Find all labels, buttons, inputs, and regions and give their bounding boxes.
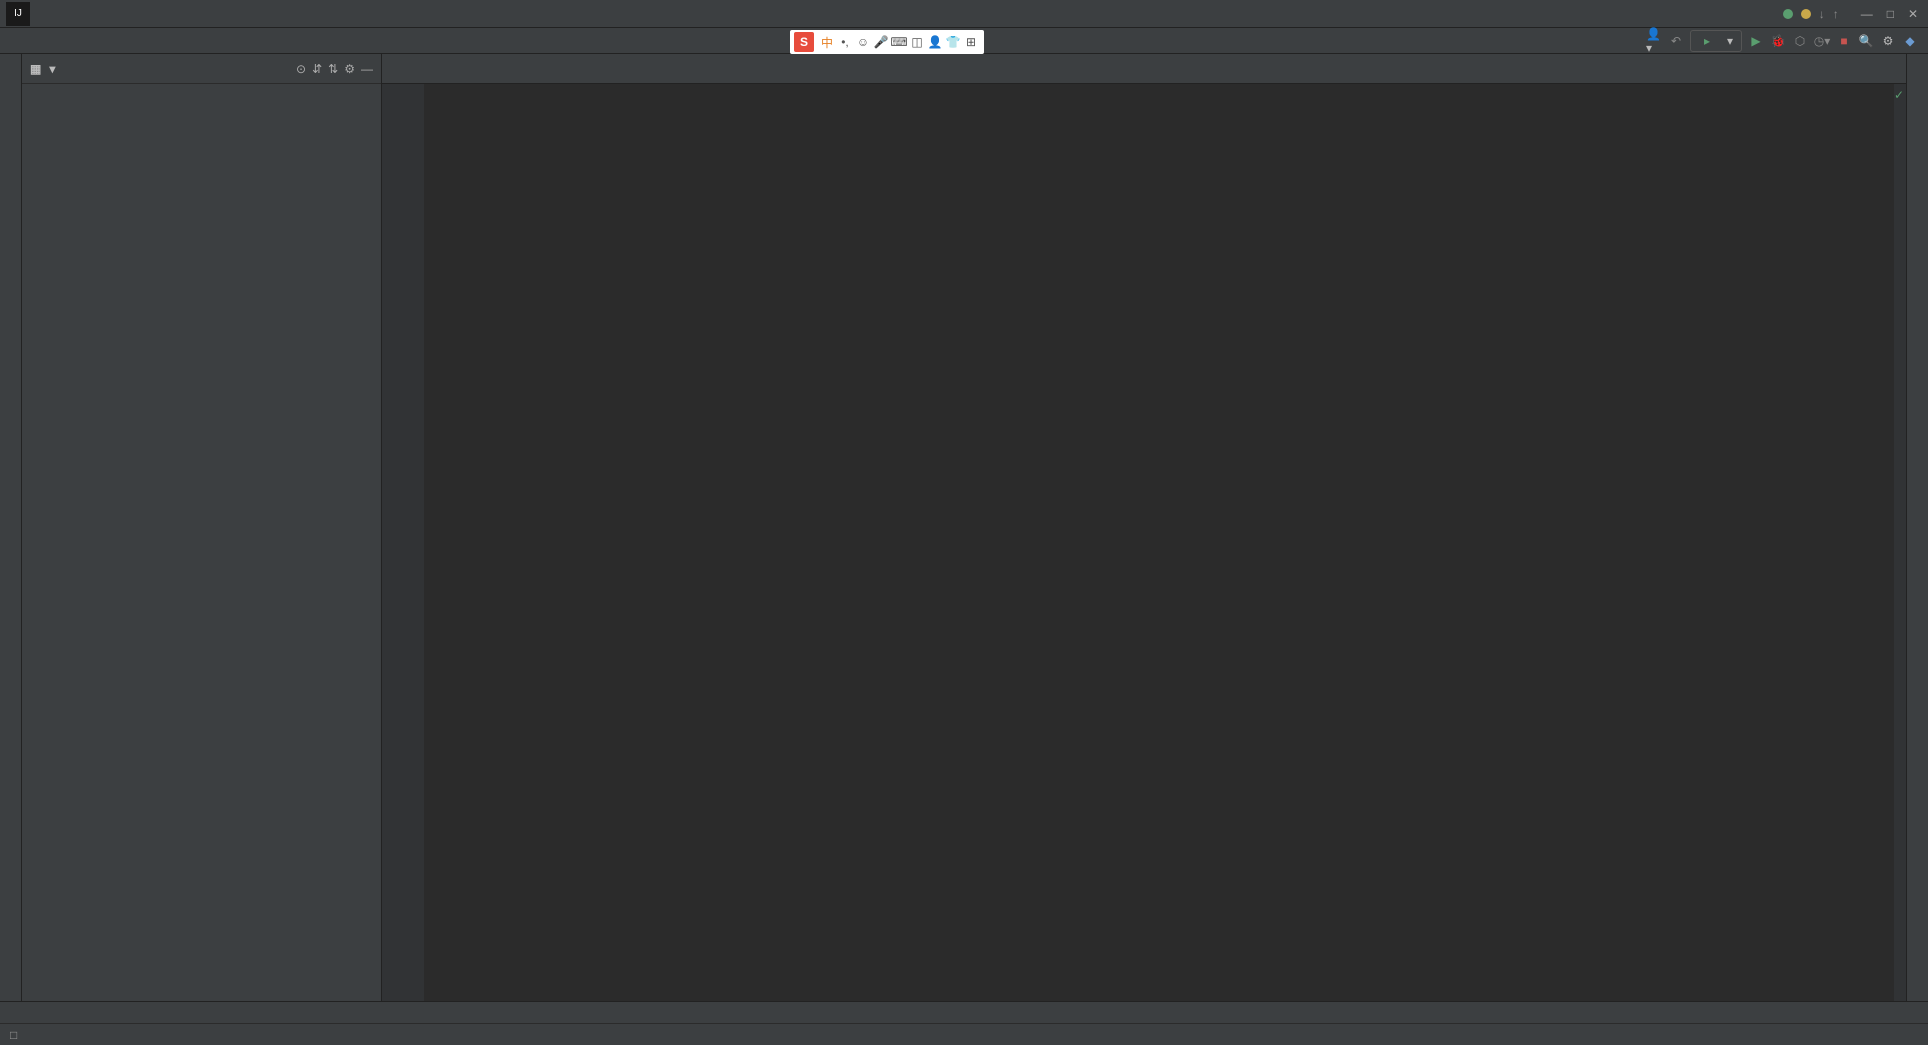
ime-skin-icon[interactable]: ◫: [908, 33, 926, 51]
ime-tool-icon[interactable]: 👕: [944, 33, 962, 51]
run-config-selector[interactable]: ▸ ▾: [1690, 30, 1742, 52]
run-button[interactable]: ▶: [1748, 33, 1764, 49]
code-area[interactable]: ✓: [382, 84, 1906, 1001]
status-dot-icon: [1801, 9, 1811, 19]
code-lines[interactable]: [424, 84, 1894, 1001]
tool-window-bar: [0, 1001, 1928, 1023]
close-icon[interactable]: ✕: [1908, 7, 1918, 21]
hide-icon[interactable]: —: [361, 62, 373, 76]
minimize-icon[interactable]: —: [1861, 7, 1873, 21]
ime-keyboard-icon[interactable]: ⌨: [890, 33, 908, 51]
settings-icon[interactable]: ⚙: [1880, 33, 1896, 49]
stop-button[interactable]: ■: [1836, 33, 1852, 49]
editor: ✓: [382, 54, 1906, 1001]
expand-all-icon[interactable]: ⇵: [312, 62, 322, 76]
sidebar-header: ▦ ▾ ⊙ ⇵ ⇅ ⚙ —: [22, 54, 381, 84]
status-dot-icon: [1783, 9, 1793, 19]
project-icon: ▦: [30, 62, 41, 76]
back-icon[interactable]: ↶: [1668, 33, 1684, 49]
ime-voice-icon[interactable]: 🎤: [872, 33, 890, 51]
project-sidebar: ▦ ▾ ⊙ ⇵ ⇅ ⚙ —: [22, 54, 382, 1001]
status-bar: □: [0, 1023, 1928, 1045]
ime-emoji-icon[interactable]: ☺: [854, 33, 872, 51]
left-rail: [0, 54, 22, 1001]
analysis-ok-icon: ✓: [1894, 88, 1904, 102]
error-stripe[interactable]: ✓: [1894, 84, 1906, 1001]
search-icon[interactable]: 🔍: [1858, 33, 1874, 49]
status-icon: □: [10, 1028, 17, 1042]
chevron-down-icon[interactable]: ▾: [49, 62, 55, 76]
debug-button[interactable]: 🐞: [1770, 33, 1786, 49]
ime-logo-icon: S: [794, 32, 814, 52]
ime-user-icon[interactable]: 👤: [926, 33, 944, 51]
maximize-icon[interactable]: □: [1887, 7, 1894, 21]
project-tree: [22, 84, 381, 1001]
collapse-all-icon[interactable]: ⇅: [328, 62, 338, 76]
run-config-icon: ▸: [1699, 33, 1715, 49]
ime-toolbar[interactable]: S 中 •, ☺ 🎤 ⌨ ◫ 👤 👕 ⊞: [790, 30, 984, 54]
chevron-down-icon: ▾: [1727, 34, 1733, 48]
titlebar-right: ↓ ↑ — □ ✕: [1783, 7, 1928, 21]
right-rail: [1906, 54, 1928, 1001]
select-opened-icon[interactable]: ⊙: [296, 62, 306, 76]
plugin-icon[interactable]: ◆: [1902, 33, 1918, 49]
ime-lang[interactable]: 中: [818, 33, 836, 51]
ime-menu-icon[interactable]: ⊞: [962, 33, 980, 51]
profile-button[interactable]: ◷▾: [1814, 33, 1830, 49]
settings-icon[interactable]: ⚙: [344, 62, 355, 76]
net-down: ↓: [1819, 7, 1825, 21]
title-bar: IJ ↓ ↑ — □ ✕: [0, 0, 1928, 28]
user-icon[interactable]: 👤▾: [1646, 33, 1662, 49]
gutter: [382, 84, 424, 1001]
ide-logo-icon: IJ: [6, 2, 30, 26]
ime-punct-icon[interactable]: •,: [836, 33, 854, 51]
coverage-button[interactable]: ⬡: [1792, 33, 1808, 49]
toolbar: 👤▾ ↶ ▸ ▾ ▶ 🐞 ⬡ ◷▾ ■ 🔍 ⚙ ◆: [1646, 30, 1928, 52]
net-up: ↑: [1833, 7, 1839, 21]
editor-tabs: [382, 54, 1906, 84]
